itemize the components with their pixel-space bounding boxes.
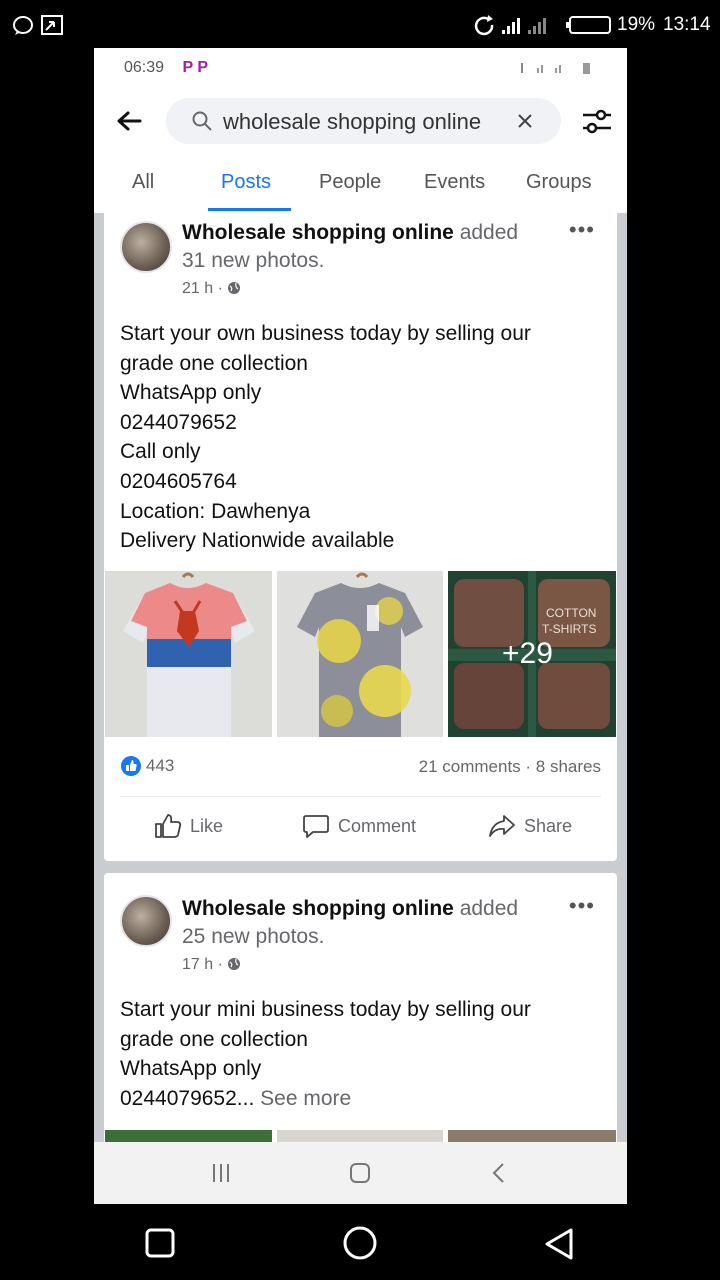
post-card: Wholesale shopping online added 31 new p…: [104, 213, 617, 861]
share-button[interactable]: Share: [488, 813, 572, 839]
bale-label: T-SHIRTS: [542, 622, 596, 636]
post-time-text: 17 h ·: [182, 956, 223, 973]
bale-label: COTTON: [546, 606, 596, 620]
back-icon[interactable]: [543, 1227, 575, 1261]
post-time-text: 21 h ·: [182, 280, 223, 297]
share-label: Share: [524, 815, 573, 836]
comment-button[interactable]: Comment: [302, 813, 416, 839]
post-header: Wholesale shopping online added: [182, 219, 518, 247]
battery-percent: 19%: [617, 14, 656, 35]
photo-tiedye-tshirt[interactable]: [277, 571, 443, 737]
search-icon: [192, 111, 212, 131]
action-bar: Like Comment Share: [104, 813, 617, 843]
body-line: WhatsApp only: [120, 1057, 262, 1081]
body-line: 0244079652: [120, 410, 237, 434]
globe-icon: [228, 958, 241, 970]
inner-signal-icon: [521, 63, 590, 74]
facebook-screenshot: 06:39 P P wholesale shopping online All …: [94, 48, 627, 1204]
tab-posts[interactable]: Posts: [221, 171, 271, 194]
body-line: 0204605764: [120, 469, 237, 493]
tab-groups[interactable]: Groups: [526, 171, 592, 194]
share-icon: [489, 815, 515, 837]
device-status-bar: 19% 13:14: [0, 0, 720, 48]
tab-all[interactable]: All: [132, 171, 154, 194]
recent-apps-icon[interactable]: [145, 1228, 175, 1258]
search-input[interactable]: wholesale shopping online: [223, 109, 481, 135]
tshirt-image: [105, 571, 272, 737]
body-line: Start your own business today by selling…: [120, 322, 531, 345]
like-reaction-icon: [121, 756, 141, 776]
globe-icon: [228, 282, 241, 294]
photo-bale-more[interactable]: COTTON T-SHIRTS +29: [448, 571, 616, 737]
inner-status-icons: P P: [182, 59, 209, 76]
body-line: Location: Dawhenya: [120, 499, 311, 523]
body-line: grade one collection: [120, 351, 308, 375]
post-action: added: [459, 897, 519, 920]
post-photos-count: 31 new photos.: [182, 249, 325, 272]
device-navigation-bar: [0, 1204, 720, 1280]
inner-time: 06:39: [124, 59, 165, 76]
filter-icon[interactable]: [581, 108, 613, 136]
body-line: Call only: [120, 440, 201, 464]
avatar[interactable]: [120, 221, 172, 273]
post-card: Wholesale shopping online added 25 new p…: [104, 873, 617, 1173]
clock: 13:14: [663, 14, 711, 35]
body-line: WhatsApp only: [120, 381, 262, 405]
back-icon[interactable]: [491, 1162, 505, 1184]
tab-people[interactable]: People: [319, 171, 381, 194]
signal-icons: [474, 15, 611, 36]
comments-shares[interactable]: 21 comments · 8 shares: [419, 757, 601, 777]
tshirt-image: [277, 571, 443, 737]
photo-striped-tshirt[interactable]: [105, 571, 272, 737]
more-options-icon[interactable]: •••: [569, 893, 595, 919]
more-photos-count: +29: [502, 637, 553, 670]
reaction-count: 443: [146, 756, 175, 775]
comment-icon: [303, 815, 329, 838]
search-header: 06:39 P P wholesale shopping online All …: [94, 48, 627, 213]
post-time: 21 h ·: [182, 280, 241, 298]
active-tab-indicator: [208, 208, 291, 211]
inner-status-bar: 06:39 P P: [124, 59, 208, 77]
like-label: Like: [190, 815, 224, 836]
like-button[interactable]: Like: [154, 813, 223, 839]
search-bar[interactable]: wholesale shopping online: [166, 98, 561, 144]
post-author[interactable]: Wholesale shopping online: [182, 897, 454, 920]
more-options-icon[interactable]: •••: [569, 217, 595, 243]
home-icon[interactable]: [349, 1162, 371, 1184]
body-line: 0244079652... See more: [120, 1084, 531, 1114]
body-line: Start your mini business today by sellin…: [120, 998, 531, 1021]
post-body: Start your mini business today by sellin…: [120, 995, 531, 1113]
body-line-truncated: 0244079652...: [120, 1086, 255, 1110]
avatar[interactable]: [120, 895, 172, 947]
back-arrow-icon[interactable]: [116, 110, 142, 132]
inner-navigation-bar: [94, 1142, 627, 1204]
post-header: Wholesale shopping online added: [182, 895, 518, 923]
post-body: Start your own business today by selling…: [120, 319, 531, 556]
post-author[interactable]: Wholesale shopping online: [182, 221, 454, 244]
comment-label: Comment: [338, 815, 417, 836]
tab-events[interactable]: Events: [424, 171, 485, 194]
notification-icons: [13, 15, 63, 35]
clear-search-icon[interactable]: [517, 113, 533, 129]
home-icon[interactable]: [342, 1225, 378, 1261]
like-icon: [155, 814, 182, 838]
post-time: 17 h ·: [182, 956, 241, 974]
body-line: Delivery Nationwide available: [120, 529, 395, 553]
body-line: grade one collection: [120, 1027, 308, 1051]
post-action: added: [459, 221, 519, 244]
recent-apps-icon[interactable]: [211, 1162, 231, 1184]
divider: [120, 796, 601, 797]
post-photos-count: 25 new photos.: [182, 925, 325, 948]
see-more-link[interactable]: See more: [260, 1087, 351, 1110]
reactions-summary[interactable]: 443: [120, 755, 174, 777]
